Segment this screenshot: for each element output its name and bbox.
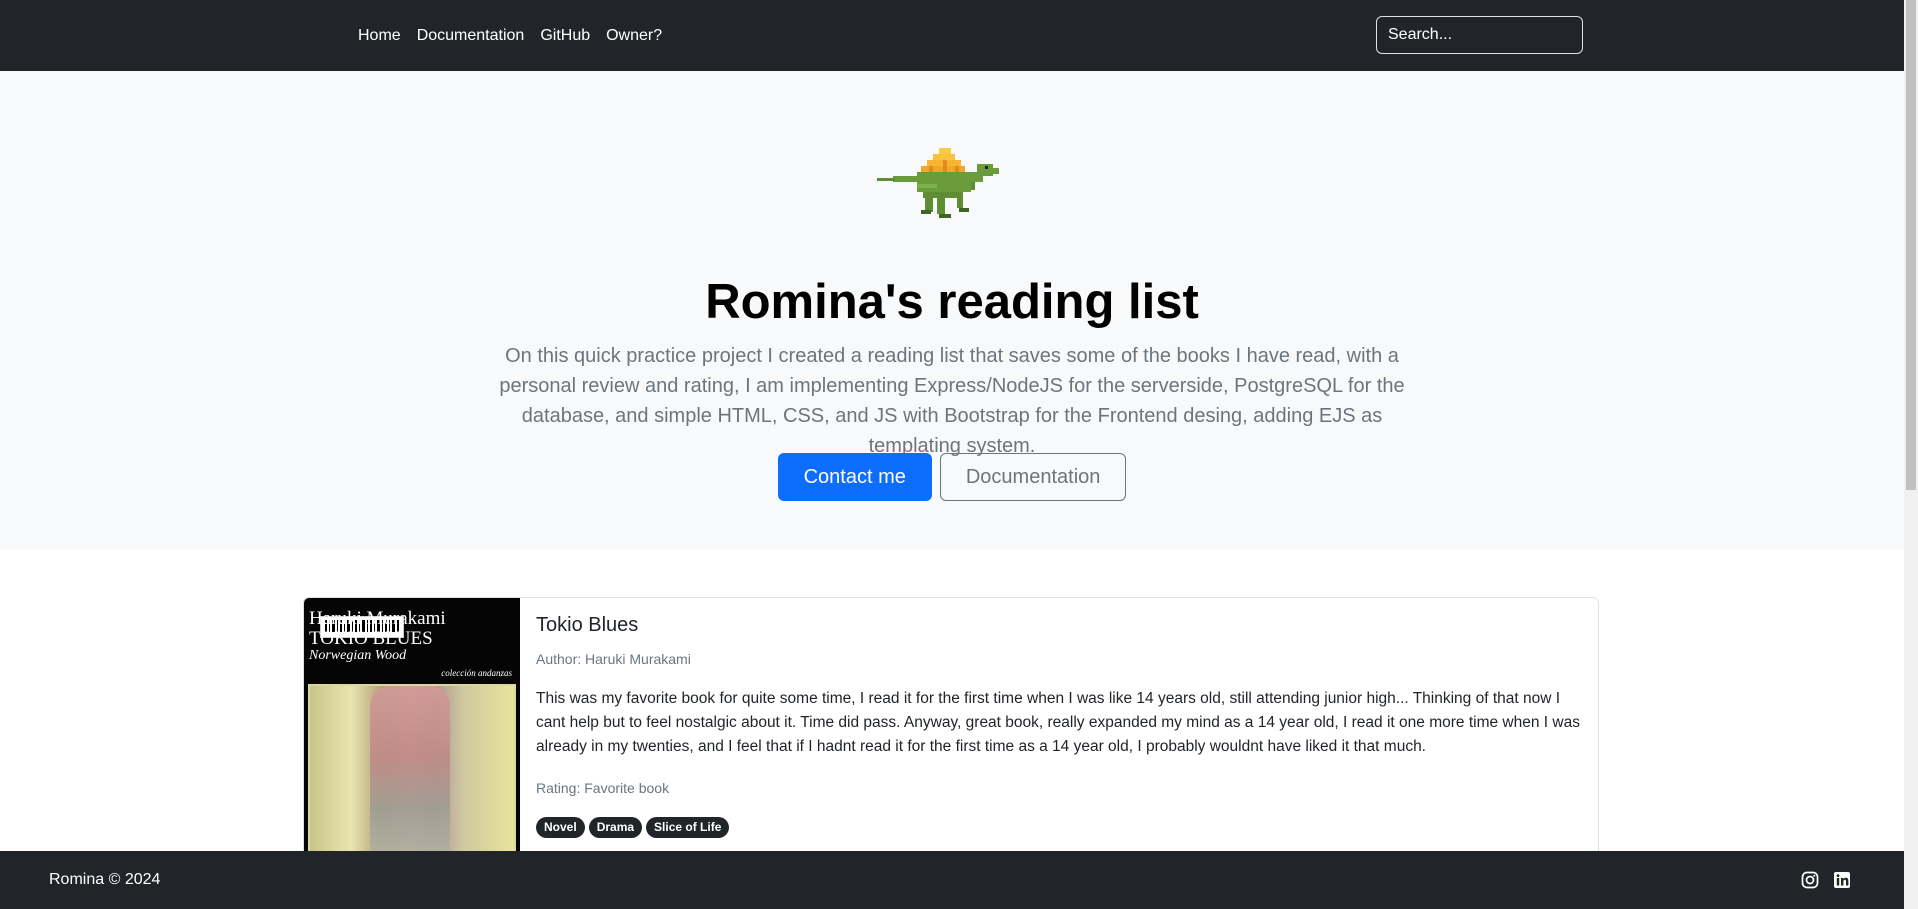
hero-buttons: Contact me Documentation [0,453,1904,501]
book-review: This was my favorite book for quite some… [536,690,1580,755]
nav-link-home[interactable]: Home [358,27,401,45]
hero-description: On this quick practice project I created… [499,345,1405,457]
footer: Romina © 2024 [0,851,1904,909]
nav-link-github[interactable]: GitHub [540,27,590,45]
book-cover-image: Haruki Murakami TOKIO BLUES Norwegian Wo… [304,598,520,856]
cover-collection: colección andanzas [441,668,512,678]
contact-me-button[interactable]: Contact me [777,453,932,501]
linkedin-icon[interactable] [1833,871,1851,889]
page-title: Romina's reading list [705,275,1199,329]
tag-badge: Slice of Life [646,817,730,838]
top-navbar: Home Documentation GitHub Owner? [0,0,1904,71]
nav-link-documentation[interactable]: Documentation [417,27,525,45]
page-scrollbar[interactable] [1904,0,1918,909]
cover-photo [308,684,516,856]
book-rating: Rating: Favorite book [536,780,670,796]
search-input[interactable] [1376,16,1583,54]
tag-badge: Drama [588,817,643,838]
nav-links: Home Documentation GitHub Owner? [358,0,662,71]
instagram-icon[interactable] [1801,871,1819,889]
book-title: Tokio Blues [536,614,639,636]
cover-title: TOKIO BLUES [309,628,433,649]
scrollbar-thumb[interactable] [1906,0,1916,490]
footer-social-links [1801,851,1851,909]
book-author: Author: Haruki Murakami [536,651,691,667]
footer-copyright: Romina © 2024 [49,871,161,888]
tag-badge: Novel [536,817,585,838]
documentation-button[interactable]: Documentation [939,453,1127,501]
cover-author: Haruki Murakami [309,608,446,629]
cover-subtitle: Norwegian Wood [309,648,407,663]
book-card: Haruki Murakami TOKIO BLUES Norwegian Wo… [303,597,1599,857]
nav-link-owner[interactable]: Owner? [606,27,662,45]
book-tags: Novel Drama Slice of Life [536,817,730,838]
dinosaur-logo [877,148,999,218]
hero-section: Romina's reading list On this quick prac… [0,71,1904,549]
